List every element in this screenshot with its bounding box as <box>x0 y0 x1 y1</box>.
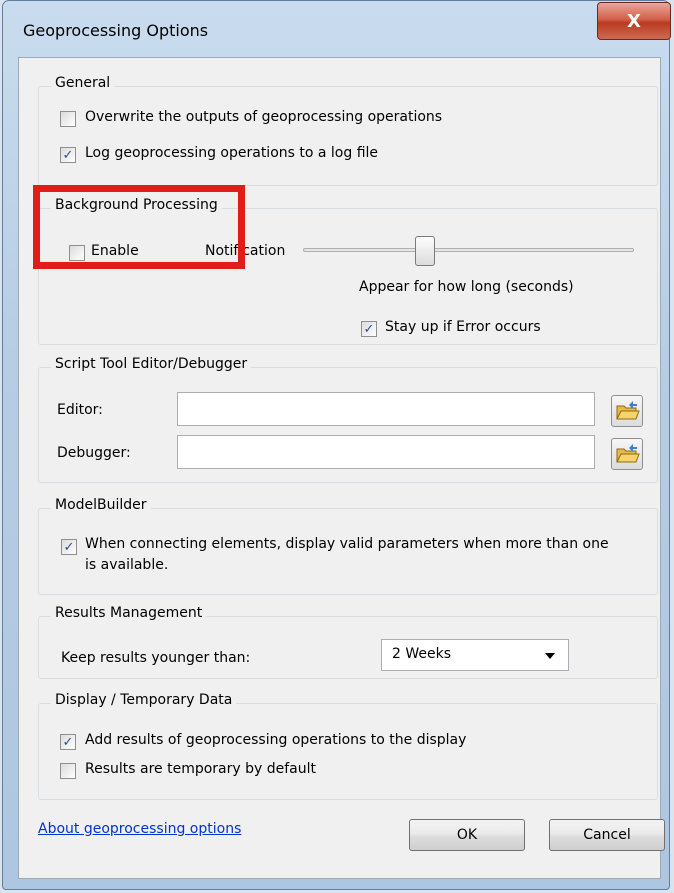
dialog-body: General Overwrite the outputs of geoproc… <box>18 57 665 879</box>
debugger-browse-button[interactable] <box>611 438 643 470</box>
results-group-title: Results Management <box>51 605 207 621</box>
log-checkbox[interactable]: ✓ <box>60 147 76 163</box>
debugger-field[interactable] <box>177 435 595 469</box>
slider-thumb[interactable] <box>415 236 436 266</box>
open-folder-icon <box>616 401 640 420</box>
keep-results-select[interactable]: 2 Weeks <box>381 639 569 671</box>
display-valid-params-label: When connecting elements, display valid … <box>85 536 609 552</box>
editor-label: Editor: <box>57 402 103 418</box>
open-folder-icon <box>616 444 640 463</box>
dialog-title: Geoprocessing Options <box>23 21 209 40</box>
display-valid-params-label-line2: is available. <box>85 557 169 573</box>
checkmark-icon: ✓ <box>363 321 375 337</box>
highlight-annotation-box <box>33 185 245 269</box>
slider-track <box>303 248 634 252</box>
editor-browse-button[interactable] <box>611 395 643 427</box>
temporary-results-checkbox[interactable] <box>60 763 76 779</box>
stay-up-checkbox[interactable]: ✓ <box>361 321 377 337</box>
general-group-title: General <box>51 75 115 91</box>
add-results-label: Add results of geoprocessing operations … <box>85 732 467 748</box>
close-icon: X <box>627 10 641 32</box>
checkmark-icon: ✓ <box>62 734 74 750</box>
cancel-button[interactable]: Cancel <box>549 819 665 851</box>
title-bar[interactable]: Geoprocessing Options X <box>3 1 671 57</box>
modelbuilder-group: ModelBuilder ✓ When connecting elements,… <box>38 497 658 595</box>
stay-up-label: Stay up if Error occurs <box>385 319 541 335</box>
log-label: Log geoprocessing operations to a log fi… <box>85 145 379 161</box>
script-tool-group: Script Tool Editor/Debugger Editor: Debu… <box>38 356 658 483</box>
display-group-title: Display / Temporary Data <box>51 692 237 708</box>
dialog-window: Geoprocessing Options X General Overwrit… <box>2 0 671 890</box>
script-tool-group-title: Script Tool Editor/Debugger <box>51 356 252 372</box>
chevron-down-icon <box>545 653 555 659</box>
about-geoprocessing-link[interactable]: About geoprocessing options <box>38 821 241 837</box>
debugger-label: Debugger: <box>57 445 131 461</box>
add-results-checkbox[interactable]: ✓ <box>60 734 76 750</box>
checkmark-icon: ✓ <box>62 147 74 163</box>
editor-field[interactable] <box>177 392 595 426</box>
display-valid-params-checkbox[interactable]: ✓ <box>61 539 77 555</box>
keep-results-value: 2 Weeks <box>392 646 452 662</box>
overwrite-label: Overwrite the outputs of geoprocessing o… <box>85 109 443 125</box>
display-temporary-group: Display / Temporary Data ✓ Add results o… <box>38 692 658 800</box>
notification-slider[interactable] <box>303 233 634 269</box>
slider-caption: Appear for how long (seconds) <box>359 279 574 295</box>
general-group: General Overwrite the outputs of geoproc… <box>38 75 658 186</box>
modelbuilder-group-title: ModelBuilder <box>51 497 151 513</box>
results-management-group: Results Management Keep results younger … <box>38 605 658 679</box>
checkmark-icon: ✓ <box>63 539 75 555</box>
temporary-results-label: Results are temporary by default <box>85 761 316 777</box>
overwrite-checkbox[interactable] <box>60 111 76 127</box>
ok-button[interactable]: OK <box>409 819 525 851</box>
keep-results-label: Keep results younger than: <box>61 650 251 666</box>
close-button[interactable]: X <box>597 2 671 40</box>
